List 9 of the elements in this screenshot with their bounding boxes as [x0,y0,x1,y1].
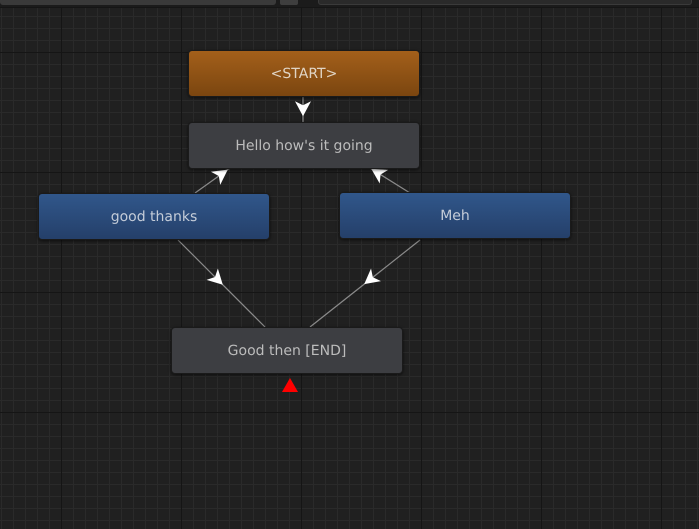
start-node[interactable]: <START> [188,50,420,97]
response-node[interactable]: Meh [339,192,571,239]
connection-arrow [370,168,410,194]
toolbar-button[interactable] [280,0,298,5]
dialogue-node[interactable]: Hello how's it going [188,122,420,169]
connection-arrow [194,168,230,194]
connection-arrow [295,97,311,122]
dialogue-node[interactable]: Good then [END] [171,327,403,374]
response-node[interactable]: good thanks [38,193,270,240]
